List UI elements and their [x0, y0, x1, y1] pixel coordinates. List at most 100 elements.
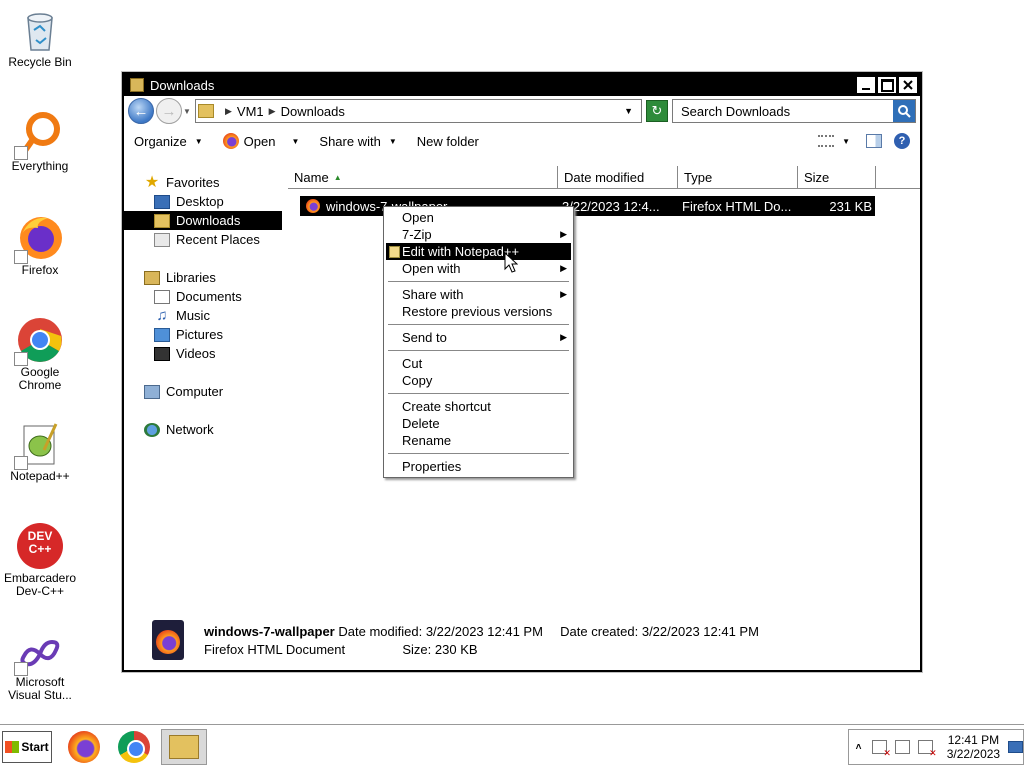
menu-item-send-to[interactable]: Send to ▶	[386, 329, 571, 346]
refresh-button[interactable]: ↻	[646, 100, 668, 122]
refresh-icon: ↻	[651, 103, 663, 118]
desktop-icon-recycle-bin[interactable]: Recycle Bin	[0, 6, 80, 69]
column-header-row: Name ▲ Date modified Type Size	[288, 166, 920, 189]
details-date-modified-label: Date modified:	[338, 624, 423, 639]
menu-item-restore-previous-versions[interactable]: Restore previous versions	[386, 303, 571, 320]
nav-item-recent-places[interactable]: Recent Places	[124, 230, 282, 249]
share-with-button[interactable]: Share with ▼	[319, 134, 396, 149]
nav-item-favorites[interactable]: ★ Favorites	[124, 173, 282, 192]
desktop-icon-chrome[interactable]: Google Chrome	[0, 316, 80, 392]
clock[interactable]: 12:41 PM 3/22/2023	[947, 733, 1000, 761]
desktop-icon-everything[interactable]: Everything	[0, 110, 80, 173]
nav-item-music[interactable]: ♫ Music	[124, 306, 282, 325]
window-titlebar[interactable]: Downloads	[124, 74, 920, 96]
nav-item-desktop[interactable]: Desktop	[124, 192, 282, 211]
preview-pane-icon[interactable]	[866, 134, 882, 148]
submenu-arrow-icon: ▶	[560, 229, 567, 239]
column-header-name[interactable]: Name ▲	[288, 166, 558, 188]
start-button[interactable]: Start	[2, 731, 52, 763]
details-size: 230 KB	[434, 642, 478, 657]
menu-item-copy[interactable]: Copy	[386, 372, 571, 389]
search-box	[672, 99, 916, 123]
chevron-down-icon[interactable]: ▼	[291, 137, 299, 146]
menu-item-cut[interactable]: Cut	[386, 355, 571, 372]
documents-icon	[154, 289, 170, 304]
taskbar-firefox[interactable]	[66, 729, 102, 765]
back-button[interactable]: ←	[128, 98, 154, 124]
clock-time: 12:41 PM	[947, 733, 1000, 747]
breadcrumb-arrow-icon[interactable]: ▶	[225, 106, 232, 117]
menu-item-label: 7-Zip	[402, 227, 432, 242]
column-header-date-modified[interactable]: Date modified	[558, 166, 678, 188]
windows-flag-icon	[5, 741, 20, 753]
show-desktop-icon[interactable]	[1008, 741, 1023, 753]
menu-item-open-with[interactable]: Open with ▶	[386, 260, 571, 277]
details-file-name: windows-7-wallpaper	[204, 624, 335, 639]
nav-item-label: Computer	[166, 384, 224, 399]
nav-item-pictures[interactable]: Pictures	[124, 325, 282, 344]
forward-button[interactable]: →	[156, 98, 182, 124]
column-header-type[interactable]: Type	[678, 166, 798, 188]
nav-item-libraries[interactable]: Libraries	[124, 268, 282, 287]
file-type: Firefox HTML Do...	[682, 198, 792, 214]
maximize-button[interactable]	[878, 77, 896, 93]
history-dropdown-button[interactable]: ▼	[182, 107, 192, 116]
show-hidden-icons-icon[interactable]: ˄	[853, 742, 864, 753]
nav-item-videos[interactable]: Videos	[124, 344, 282, 363]
desktop-icon-notepadpp[interactable]: Notepad++	[0, 420, 80, 483]
search-input[interactable]	[673, 100, 893, 122]
menu-item-open[interactable]: Open	[386, 209, 571, 226]
menu-item-7zip[interactable]: 7-Zip ▶	[386, 226, 571, 243]
address-dropdown-icon[interactable]: ▼	[624, 106, 633, 116]
menu-separator	[388, 393, 569, 394]
recycle-bin-icon	[16, 6, 64, 54]
menu-item-label: Restore previous versions	[402, 304, 553, 319]
breadcrumb-downloads[interactable]: Downloads	[281, 104, 345, 119]
menu-item-edit-with-notepadpp[interactable]: Edit with Notepad++	[386, 243, 571, 260]
taskbar-explorer[interactable]	[161, 729, 207, 765]
nav-item-label: Desktop	[176, 194, 224, 209]
volume-icon[interactable]	[917, 740, 937, 759]
address-field[interactable]: ▶ VM1 ▶ Downloads ▼	[195, 99, 642, 123]
menu-item-properties[interactable]: Properties	[386, 458, 571, 475]
column-header-label: Type	[684, 169, 713, 185]
menu-item-rename[interactable]: Rename	[386, 432, 571, 449]
notepadpp-icon	[14, 420, 64, 470]
change-view-icon[interactable]	[818, 135, 835, 147]
menu-item-delete[interactable]: Delete	[386, 415, 571, 432]
nav-item-downloads[interactable]: Downloads	[124, 211, 282, 230]
nav-item-computer[interactable]: Computer	[124, 382, 282, 401]
videos-icon	[154, 346, 170, 361]
help-icon[interactable]: ?	[894, 133, 910, 149]
desktop-icon-devcpp[interactable]: DEV C++ Embarcadero Dev-C++	[0, 522, 80, 598]
taskbar-chrome[interactable]	[116, 729, 152, 765]
sort-ascending-icon: ▲	[333, 172, 342, 182]
menu-item-label: Properties	[402, 459, 462, 474]
nav-item-network[interactable]: Network	[124, 420, 282, 439]
desktop-icon-visual-studio[interactable]: Microsoft Visual Stu...	[0, 634, 80, 702]
menu-item-share-with[interactable]: Share with ▶	[386, 286, 571, 303]
network-tray-icon[interactable]	[894, 740, 910, 754]
minimize-button[interactable]	[857, 77, 875, 93]
shortcut-arrow-icon	[14, 456, 28, 470]
open-button[interactable]: Open ▼	[222, 133, 299, 149]
new-folder-button[interactable]: New folder	[417, 134, 479, 149]
desktop-icon-firefox[interactable]: Firefox	[0, 214, 80, 277]
search-button[interactable]	[893, 100, 915, 122]
column-header-size[interactable]: Size	[798, 166, 876, 188]
breadcrumb-vm1[interactable]: VM1	[237, 104, 264, 119]
folder-icon	[198, 104, 214, 118]
close-button[interactable]	[899, 77, 917, 93]
desktop-icon-label: Firefox	[21, 263, 59, 277]
close-icon	[903, 80, 913, 90]
chevron-down-icon[interactable]: ▼	[842, 137, 850, 146]
menu-item-label: Edit with Notepad++	[402, 244, 520, 259]
breadcrumb-arrow-icon[interactable]: ▶	[269, 106, 276, 117]
nav-item-documents[interactable]: Documents	[124, 287, 282, 306]
action-center-icon[interactable]	[872, 740, 891, 759]
menu-separator	[388, 324, 569, 325]
menu-separator	[388, 281, 569, 282]
organize-button[interactable]: Organize ▼	[134, 134, 203, 149]
chevron-down-icon: ▼	[194, 136, 203, 146]
menu-item-create-shortcut[interactable]: Create shortcut	[386, 398, 571, 415]
